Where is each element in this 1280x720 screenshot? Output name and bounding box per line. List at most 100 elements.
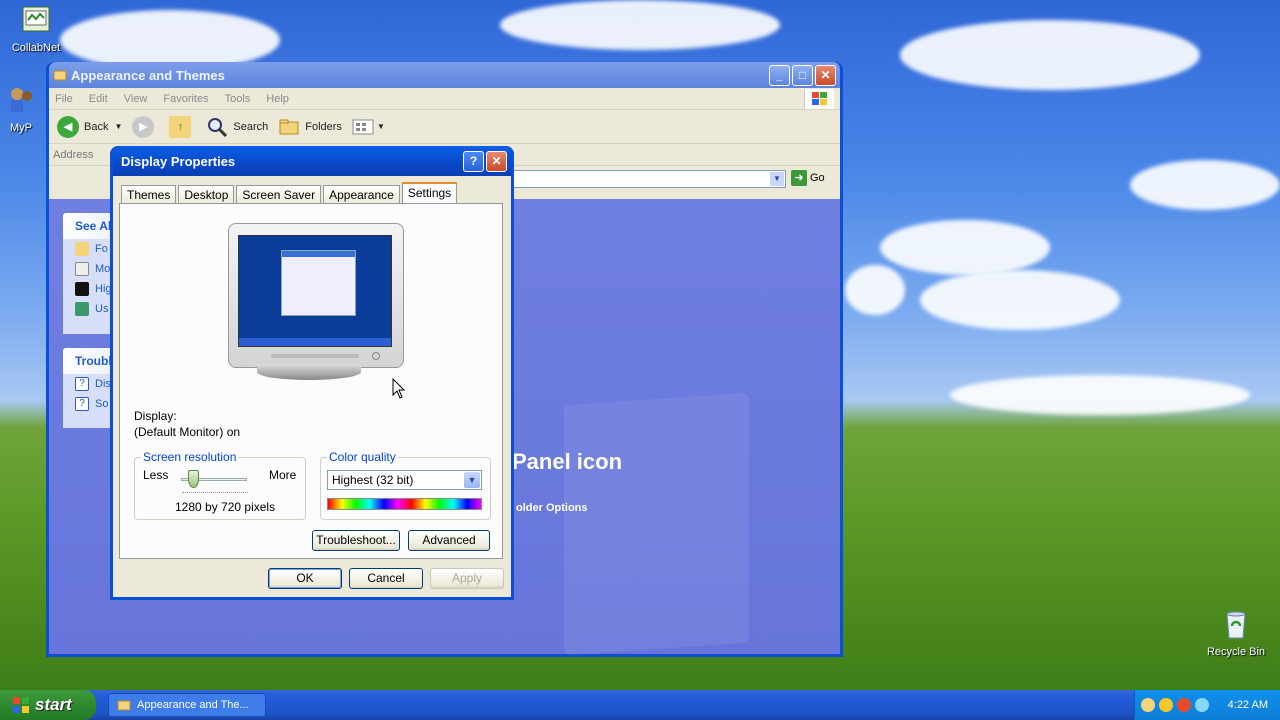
dialog-body: Themes Desktop Screen Saver Appearance S… <box>113 176 511 597</box>
settings-panel: Display: (Default Monitor) on Screen res… <box>119 203 503 559</box>
forward-button[interactable]: ▶ <box>132 115 159 138</box>
windows-logo-icon <box>804 89 834 109</box>
slider-ticks <box>182 492 248 496</box>
desktop-icon-recycle-bin[interactable]: Recycle Bin <box>1200 608 1272 658</box>
back-button[interactable]: ◀ Back ▼ <box>57 115 122 138</box>
back-arrow-icon: ◀ <box>57 115 79 138</box>
go-button[interactable]: ➜ Go <box>791 170 825 186</box>
more-label: More <box>269 468 297 482</box>
start-label: start <box>35 695 72 714</box>
tray-icon-security-alert[interactable] <box>1177 698 1191 712</box>
advanced-button[interactable]: Advanced <box>408 530 490 551</box>
help-icon: ? <box>469 154 478 168</box>
dialog-close-button[interactable]: ✕ <box>486 150 507 172</box>
mini-window <box>281 250 356 316</box>
display-properties-dialog: Display Properties ? ✕ Themes Desktop Sc… <box>110 146 514 600</box>
cloud <box>500 0 780 50</box>
chevron-down-icon[interactable]: ▼ <box>770 172 784 186</box>
folder-icon <box>117 700 131 711</box>
menu-view[interactable]: View <box>124 93 148 105</box>
folder-options-link[interactable]: older Options <box>516 502 588 514</box>
minimize-button[interactable]: _ <box>769 64 790 86</box>
start-button[interactable]: start <box>0 690 96 720</box>
menu-tools[interactable]: Tools <box>225 93 251 105</box>
cloud <box>900 20 1200 90</box>
cloud <box>60 10 280 70</box>
views-button[interactable]: ▼ <box>352 118 385 136</box>
folders-button[interactable]: Folders <box>278 117 342 137</box>
tab-strip: Themes Desktop Screen Saver Appearance S… <box>121 182 459 204</box>
color-quality-select[interactable]: Highest (32 bit) ▼ <box>327 470 482 490</box>
clock[interactable]: 4:22 AM <box>1228 699 1268 711</box>
explorer-titlebar[interactable]: Appearance and Themes _ □ ✕ <box>49 62 840 88</box>
tab-appearance[interactable]: Appearance <box>323 185 400 204</box>
menu-file[interactable]: File <box>55 93 73 105</box>
monitor-bezel-strip <box>271 354 359 358</box>
power-icon <box>372 352 380 360</box>
people-icon <box>11 88 32 112</box>
display-value: (Default Monitor) on <box>134 425 241 439</box>
tab-screen-saver[interactable]: Screen Saver <box>236 185 322 204</box>
maximize-button[interactable]: □ <box>792 64 813 86</box>
cancel-button[interactable]: Cancel <box>349 568 423 589</box>
tray-icon-network[interactable] <box>1141 698 1155 712</box>
desktop-icon-myp[interactable]: MyP <box>0 84 44 134</box>
help-button[interactable]: ? <box>463 150 484 172</box>
close-icon: ✕ <box>491 154 502 168</box>
menu-bar: File Edit View Favorites Tools Help <box>49 88 840 110</box>
back-label: Back <box>84 120 109 133</box>
dialog-titlebar[interactable]: Display Properties ? ✕ <box>113 146 511 176</box>
recycle-bin-icon <box>1226 611 1246 639</box>
up-folder-button[interactable]: ↑ <box>169 115 196 138</box>
monitor-screen <box>238 235 392 347</box>
menu-favorites[interactable]: Favorites <box>163 93 208 105</box>
views-icon <box>352 119 374 134</box>
tab-desktop[interactable]: Desktop <box>178 185 235 204</box>
cloud <box>1130 160 1280 210</box>
help-icon: ? <box>75 377 89 391</box>
troubleshoot-button[interactable]: Troubleshoot... <box>312 530 400 551</box>
chevron-down-icon[interactable]: ▼ <box>464 472 480 488</box>
desktop-icon-label: MyP <box>10 122 32 134</box>
search-button[interactable]: Search <box>206 116 268 138</box>
tray-icon-shield[interactable] <box>1159 698 1173 712</box>
menu-edit[interactable]: Edit <box>89 93 108 105</box>
folder-icon <box>53 70 67 81</box>
folders-label: Folders <box>305 120 342 133</box>
resolution-slider-thumb[interactable] <box>188 470 199 488</box>
color-quality-value: Highest (32 bit) <box>332 473 414 487</box>
menu-help[interactable]: Help <box>266 93 289 105</box>
up-folder-icon: ↑ <box>169 115 192 138</box>
close-icon: ✕ <box>820 68 831 82</box>
mouse-cursor-icon <box>392 378 406 399</box>
explorer-toolbar: ◀ Back ▼ ▶ ↑ Search Folders ▼ <box>49 110 840 144</box>
color-spectrum <box>327 498 482 510</box>
monitor-stand <box>257 364 361 380</box>
dialog-title: Display Properties <box>121 153 236 169</box>
forward-arrow-icon: ▶ <box>132 115 155 138</box>
go-arrow-icon: ➜ <box>791 170 807 186</box>
taskbar-item-label: Appearance and The... <box>137 699 249 711</box>
panel-heading: Panel icon <box>512 449 623 474</box>
address-input[interactable]: ▼ <box>513 170 786 188</box>
color-quality-group: Color quality Highest (32 bit) ▼ <box>320 450 491 520</box>
tab-settings[interactable]: Settings <box>401 182 458 204</box>
chevron-down-icon[interactable]: ▼ <box>114 122 122 131</box>
color-quality-legend: Color quality <box>327 450 398 464</box>
cloud <box>920 270 1120 330</box>
close-button[interactable]: ✕ <box>815 64 836 86</box>
taskbar-item-appearance[interactable]: Appearance and The... <box>108 693 266 717</box>
windows-logo-icon <box>13 697 29 713</box>
desktop-icon-collabnet[interactable]: CollabNet <box>0 4 72 54</box>
help-icon: ? <box>75 397 89 411</box>
user-icon <box>75 302 89 316</box>
maximize-icon: □ <box>798 68 807 82</box>
ok-button[interactable]: OK <box>268 568 342 589</box>
screen-resolution-legend: Screen resolution <box>141 450 239 464</box>
explorer-title: Appearance and Themes <box>71 67 225 83</box>
apply-button[interactable]: Apply <box>430 568 504 589</box>
tray-icon-connection[interactable] <box>1195 698 1209 712</box>
resolution-value: 1280 by 720 pixels <box>175 500 276 514</box>
less-label: Less <box>143 468 169 482</box>
tab-themes[interactable]: Themes <box>121 185 177 204</box>
